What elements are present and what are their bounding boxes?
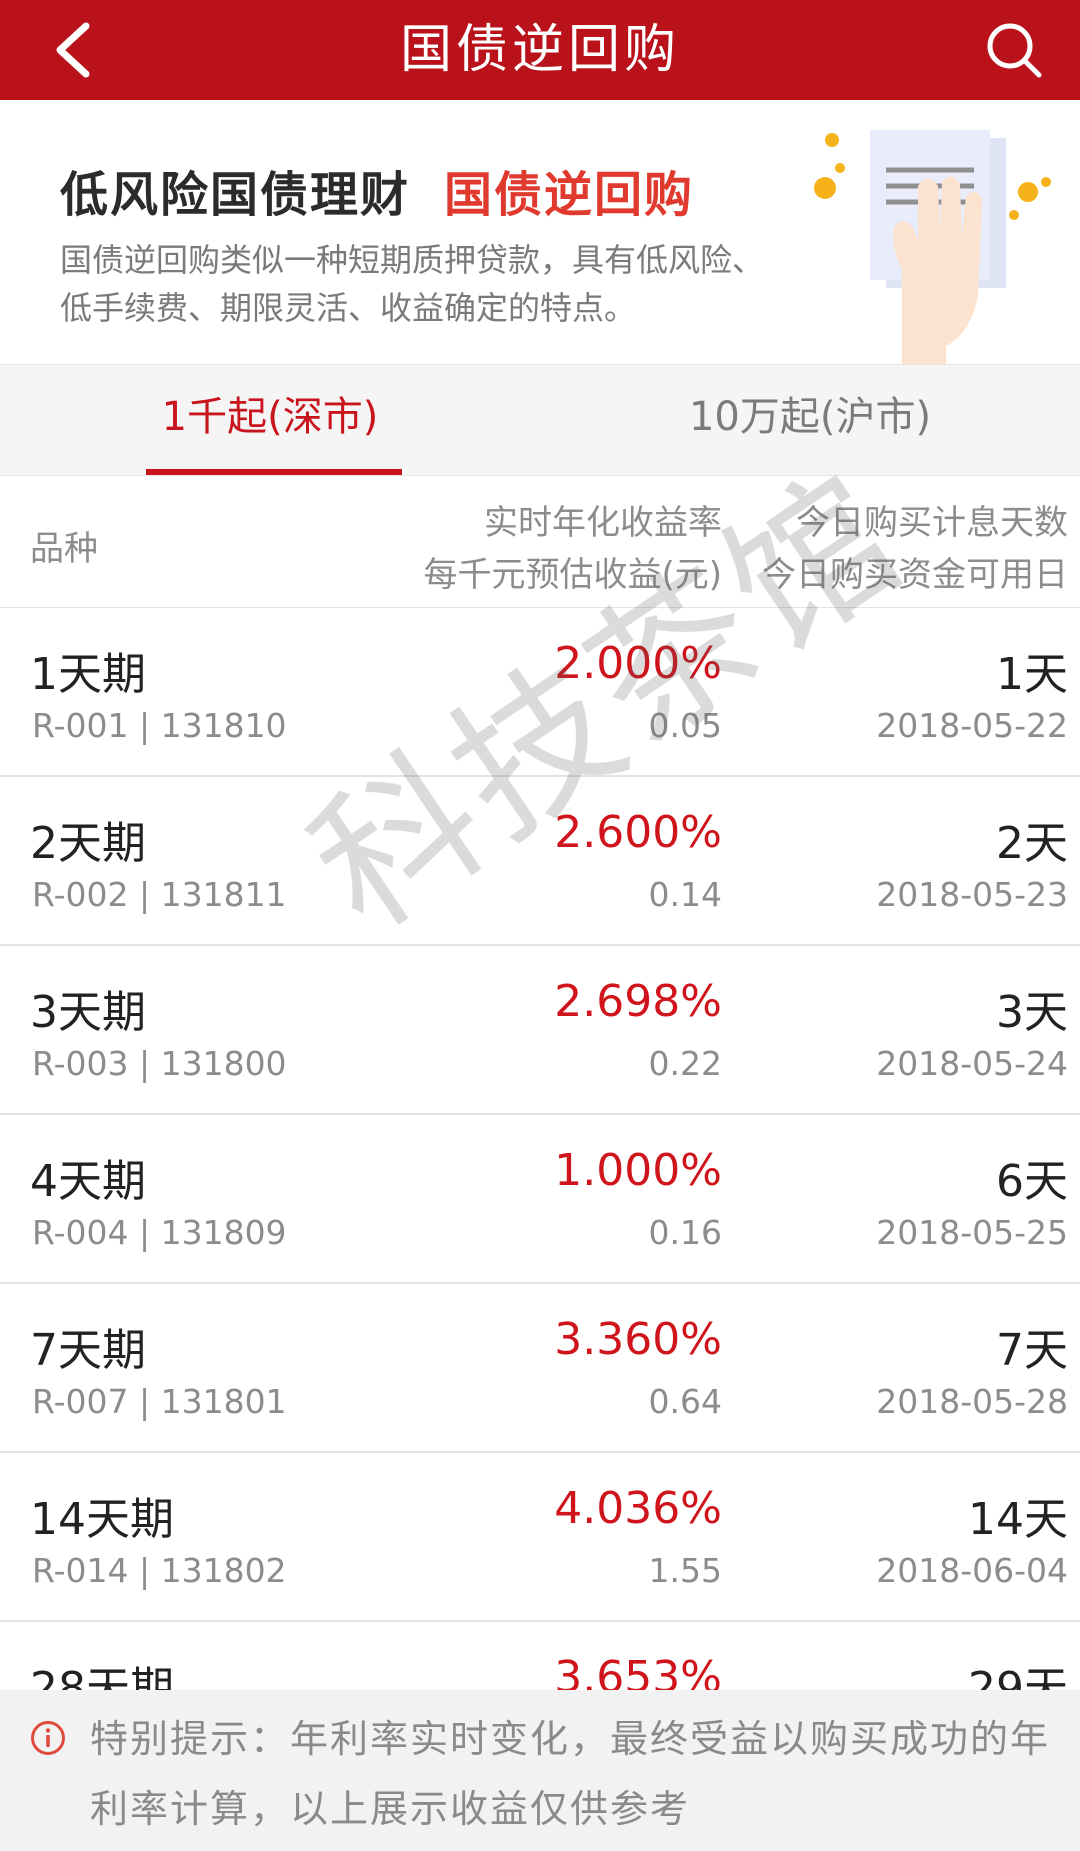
search-button[interactable] bbox=[978, 14, 1050, 86]
banner-headline: 低风险国债理财 国债逆回购 bbox=[60, 155, 694, 225]
row-rate: 2.600% bbox=[554, 807, 722, 858]
search-icon bbox=[987, 23, 1042, 78]
table-header: 品种 实时年化收益率 每千元预估收益(元) 今日购买计息天数 今日购买资金可用日 bbox=[0, 475, 1080, 608]
row-name: 4天期 bbox=[30, 1156, 146, 1207]
risk-notice-text: 特别提示：年利率实时变化，最终受益以购买成功的年利率计算，以上展示收益仅供参考 bbox=[90, 1717, 1051, 1831]
row-days: 3天 bbox=[996, 987, 1068, 1038]
page-title: 国债逆回购 bbox=[399, 20, 680, 80]
header-days-line2: 今日购买资金可用日 bbox=[762, 555, 1068, 595]
header-days-line1: 今日购买计息天数 bbox=[796, 503, 1068, 543]
row-code: R-014 | 131802 bbox=[32, 1551, 287, 1590]
info-icon bbox=[31, 1721, 65, 1755]
row-earn: 0.05 bbox=[648, 706, 722, 745]
row-days: 2天 bbox=[996, 818, 1068, 869]
row-rate: 2.698% bbox=[554, 976, 722, 1027]
promo-banner: 低风险国债理财 国债逆回购 国债逆回购类似一种短期质押贷款，具有低风险、低手续费、… bbox=[0, 100, 1080, 364]
table-row[interactable]: 4天期 R-004 | 131809 1.000% 0.16 6天 2018-0… bbox=[0, 1115, 1080, 1284]
banner-headline-main: 低风险国债理财 bbox=[60, 167, 411, 223]
row-earn: 1.55 bbox=[648, 1551, 722, 1590]
market-tabs: 1千起(深市) 10万起(沪市) bbox=[0, 364, 1080, 476]
row-name: 1天期 bbox=[30, 649, 146, 700]
table-row[interactable]: 2天期 R-002 | 131811 2.600% 0.14 2天 2018-0… bbox=[0, 777, 1080, 946]
table-row[interactable]: 14天期 R-014 | 131802 4.036% 1.55 14天 2018… bbox=[0, 1453, 1080, 1622]
row-name: 7天期 bbox=[30, 1325, 146, 1376]
top-bar: 国债逆回购 bbox=[0, 0, 1080, 100]
row-earn: 0.16 bbox=[648, 1213, 722, 1252]
banner-description: 国债逆回购类似一种短期质押贷款，具有低风险、低手续费、期限灵活、收益确定的特点。 bbox=[60, 241, 765, 327]
row-code: R-003 | 131800 bbox=[32, 1044, 287, 1083]
row-code: R-004 | 131809 bbox=[32, 1213, 287, 1252]
banner-headline-accent: 国债逆回购 bbox=[444, 167, 695, 223]
table-row[interactable]: 1天期 R-001 | 131810 2.000% 0.05 1天 2018-0… bbox=[0, 608, 1080, 777]
row-date: 2018-05-22 bbox=[876, 706, 1068, 745]
header-rate-line1: 实时年化收益率 bbox=[484, 503, 722, 543]
row-earn: 0.14 bbox=[648, 875, 722, 914]
risk-notice: 特别提示：年利率实时变化，最终受益以购买成功的年利率计算，以上展示收益仅供参考 bbox=[0, 1690, 1080, 1851]
table-row[interactable]: 3天期 R-003 | 131800 2.698% 0.22 3天 2018-0… bbox=[0, 946, 1080, 1115]
row-name: 2天期 bbox=[30, 818, 146, 869]
row-date: 2018-06-04 bbox=[876, 1551, 1068, 1590]
header-variety: 品种 bbox=[30, 529, 98, 569]
row-earn: 0.22 bbox=[648, 1044, 722, 1083]
header-rate: 实时年化收益率 每千元预估收益(元) bbox=[423, 497, 722, 601]
header-rate-line2: 每千元预估收益(元) bbox=[423, 555, 722, 595]
row-code: R-001 | 131810 bbox=[32, 706, 287, 745]
row-rate: 1.000% bbox=[554, 1145, 722, 1196]
row-date: 2018-05-28 bbox=[876, 1382, 1068, 1421]
document-hand-illustration bbox=[814, 130, 1051, 364]
row-date: 2018-05-24 bbox=[876, 1044, 1068, 1083]
row-name: 3天期 bbox=[30, 987, 146, 1038]
row-days: 1天 bbox=[996, 649, 1068, 700]
row-rate: 3.360% bbox=[554, 1314, 722, 1365]
row-rate: 2.000% bbox=[554, 638, 722, 689]
row-code: R-007 | 131801 bbox=[32, 1382, 287, 1421]
row-rate: 4.036% bbox=[554, 1483, 722, 1534]
product-list: 1天期 R-001 | 131810 2.000% 0.05 1天 2018-0… bbox=[0, 608, 1080, 1791]
tab-shanghai[interactable]: 10万起(沪市) bbox=[540, 365, 1080, 475]
row-name: 14天期 bbox=[30, 1494, 174, 1545]
row-days: 7天 bbox=[996, 1325, 1068, 1376]
table-row[interactable]: 7天期 R-007 | 131801 3.360% 0.64 7天 2018-0… bbox=[0, 1284, 1080, 1453]
row-date: 2018-05-23 bbox=[876, 875, 1068, 914]
row-code: R-002 | 131811 bbox=[32, 875, 287, 914]
row-days: 6天 bbox=[996, 1156, 1068, 1207]
row-date: 2018-05-25 bbox=[876, 1213, 1068, 1252]
row-earn: 0.64 bbox=[648, 1382, 722, 1421]
header-days: 今日购买计息天数 今日购买资金可用日 bbox=[762, 497, 1068, 601]
row-days: 14天 bbox=[968, 1494, 1068, 1545]
tab-shenzhen[interactable]: 1千起(深市) bbox=[0, 365, 540, 475]
